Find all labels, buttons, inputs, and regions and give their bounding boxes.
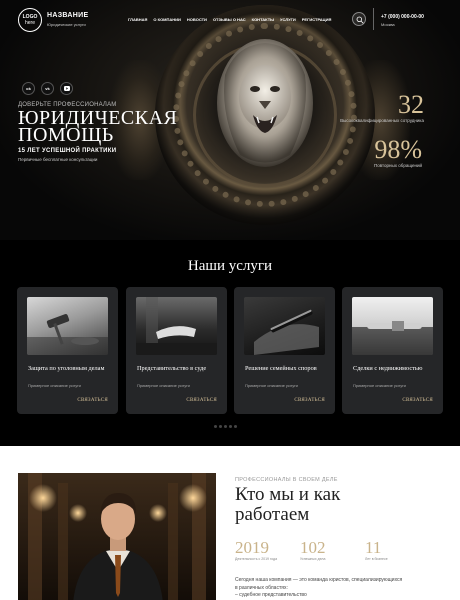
service-description: Примерное описание услуги <box>353 383 406 388</box>
service-card[interactable]: Сделки с недвижимостью Примерное описани… <box>342 287 443 414</box>
phone-number[interactable]: +7 (000) 000-00-00 <box>381 14 424 20</box>
service-title: Решение семейных споров <box>245 365 317 372</box>
stat-employees-number: 32 <box>398 90 424 119</box>
about-stat-number: 102 <box>300 538 326 557</box>
about-title-line1: Кто мы и как <box>235 484 341 505</box>
nav-item-reviews[interactable]: ОТЗЫВЫ О НАС <box>213 17 246 22</box>
lawyer-photo <box>18 473 216 600</box>
service-title: Сделки с недвижимостью <box>353 365 423 372</box>
about-text-line: Сегодня наша компания — это команда юрис… <box>235 577 403 583</box>
nav-item-services[interactable]: УСЛУГИ <box>280 17 296 22</box>
about-stat-label: Лет в бизнесе <box>365 557 388 561</box>
hero-section: LOGO here НАЗВАНИЕ Юридические услуги ГЛ… <box>0 0 460 240</box>
social-links: ok vk <box>22 82 73 95</box>
service-title: Представительство в суде <box>137 365 207 372</box>
about-eyebrow: ПРОФЕССИОНАЛЫ В СВОЕМ ДЕЛЕ <box>235 477 338 483</box>
top-navigation-bar: LOGO here НАЗВАНИЕ Юридические услуги ГЛ… <box>0 0 460 36</box>
service-image-document <box>352 297 433 355</box>
contact-link[interactable]: СВЯЗАТЬСЯ <box>402 398 433 403</box>
lion-icon <box>217 39 313 167</box>
ok-icon[interactable]: ok <box>22 82 35 95</box>
hero-subtitle: 15 ЛЕТ УСПЕШНОЙ ПРАКТИКИ <box>18 148 117 154</box>
nav-item-news[interactable]: НОВОСТИ <box>187 17 207 22</box>
about-title: Кто мы и как работаем <box>235 485 435 525</box>
contact-link[interactable]: СВЯЗАТЬСЯ <box>186 398 217 403</box>
hero-note: Первичные бесплатные консультации <box>18 157 98 162</box>
carousel-dot[interactable] <box>219 425 222 428</box>
service-card[interactable]: Представительство в суде Примерное описа… <box>126 287 227 414</box>
search-icon <box>356 16 364 24</box>
logo-subtext: here <box>24 20 35 26</box>
service-description: Примерное описание услуги <box>245 383 298 388</box>
about-title-line2: работаем <box>235 504 310 525</box>
main-nav: ГЛАВНАЯ О КОМПАНИИ НОВОСТИ ОТЗЫВЫ О НАС … <box>128 17 331 22</box>
stat-repeat: 98% Повторных обращений <box>373 135 422 169</box>
service-image-pen <box>244 297 325 355</box>
service-card[interactable]: Решение семейных споров Примерное описан… <box>234 287 335 414</box>
hero-title: ЮРИДИЧЕСКАЯ ПОМОЩЬ <box>18 108 218 146</box>
carousel-dot[interactable] <box>214 425 217 428</box>
youtube-icon[interactable] <box>60 82 73 95</box>
about-stat-label: Деятельность с 2019 года <box>235 557 278 561</box>
contact-link[interactable]: СВЯЗАТЬСЯ <box>77 398 108 403</box>
service-image-gavel <box>27 297 108 355</box>
about-section: ПРОФЕССИОНАЛЫ В СВОЕМ ДЕЛЕ Кто мы и как … <box>0 446 460 600</box>
service-card[interactable]: Защита по уголовным делам Примерное опис… <box>17 287 118 414</box>
carousel-dot[interactable] <box>229 425 232 428</box>
hero-title-line2: ПОМОЩЬ <box>18 124 114 146</box>
stat-repeat-label: Повторных обращений <box>373 163 422 168</box>
logo[interactable]: LOGO here <box>18 8 42 32</box>
about-text-line: в различных областях: <box>235 584 288 591</box>
stat-employees-label: Высококвалифицированных сотрудника <box>340 118 424 123</box>
carousel-dots <box>214 425 237 428</box>
nav-item-about[interactable]: О КОМПАНИИ <box>153 17 181 22</box>
brand-subtitle: Юридические услуги <box>47 22 86 27</box>
service-title: Защита по уголовным делам <box>28 365 105 372</box>
stat-employees: 32 Высококвалифицированных сотрудника <box>340 90 424 124</box>
service-image-handshake <box>136 297 217 355</box>
nav-item-registration[interactable]: РЕГИСТРАЦИЯ <box>302 17 332 22</box>
service-description: Примерное описание услуги <box>28 383 81 388</box>
search-button[interactable] <box>352 12 366 26</box>
nav-item-home[interactable]: ГЛАВНАЯ <box>128 17 147 22</box>
about-stat-label: Успешных дела <box>300 557 326 561</box>
carousel-dot[interactable] <box>234 425 237 428</box>
header-divider <box>373 8 374 30</box>
contact-link[interactable]: СВЯЗАТЬСЯ <box>294 398 325 403</box>
about-stat: 11 Лет в бизнесе <box>365 538 420 562</box>
nav-item-contacts[interactable]: КОНТАКТЫ <box>252 17 274 22</box>
services-title: Наши услуги <box>187 258 273 274</box>
service-description: Примерное описание услуги <box>137 383 190 388</box>
brand-name: НАЗВАНИЕ <box>47 12 89 19</box>
city-label: Москва <box>381 22 395 27</box>
about-stat: 2019 Деятельность с 2019 года <box>235 538 290 562</box>
about-stat-number: 11 <box>365 538 382 557</box>
about-stat: 102 Успешных дела <box>300 538 355 562</box>
about-stat-number: 2019 <box>235 538 269 557</box>
carousel-dot[interactable] <box>224 425 227 428</box>
about-text-line: – судебное представительство <box>235 592 307 598</box>
about-text: Сегодня наша компания — это команда юрис… <box>235 577 435 600</box>
vk-icon[interactable]: vk <box>41 82 54 95</box>
stat-repeat-number: 98% <box>374 135 422 164</box>
